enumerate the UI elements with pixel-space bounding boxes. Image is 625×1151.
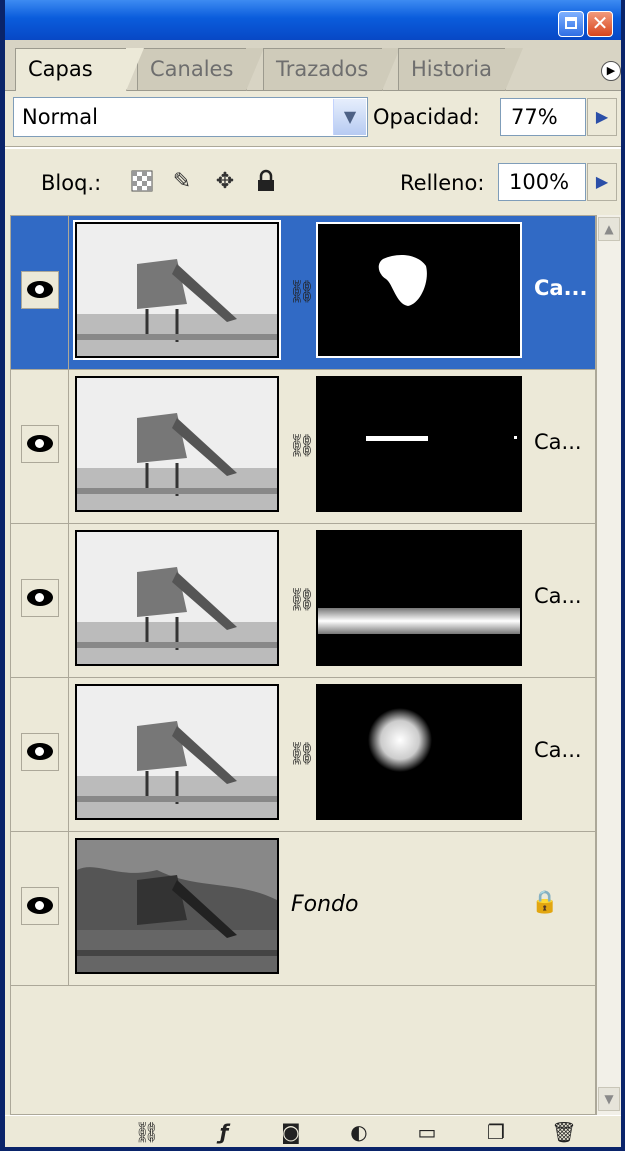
fill-input[interactable]: 100% [498,163,586,201]
link-icon[interactable]: ⛓ [288,278,316,308]
opacity-input[interactable]: 77% [500,98,586,136]
tab-label: Historia [411,57,492,81]
close-icon[interactable]: ✕ [587,11,613,37]
layer-row[interactable]: ⛓ Ca... [11,524,595,678]
link-icon[interactable]: ⛓ [288,740,316,770]
blend-mode-value: Normal [22,105,98,129]
link-layers-icon[interactable]: ⛓ [133,1120,161,1144]
title-bar: ✕ [5,0,621,40]
visibility-toggle[interactable] [21,579,59,617]
opacity-slider-arrow-icon[interactable]: ▶ [587,98,617,136]
layer-row[interactable]: ⛓ Ca... [11,216,595,370]
opacity-label: Opacidad: [373,105,480,129]
fill-label: Relleno: [400,171,485,195]
layer-name[interactable]: Ca... [534,430,582,454]
scroll-up-icon[interactable]: ▲ [598,217,620,241]
layer-name[interactable]: Ca... [534,738,582,762]
new-layer-icon[interactable]: ❐ [482,1120,510,1144]
tab-strip: Capas Canales Trazados Historia [5,40,621,91]
tab-historia[interactable]: Historia [398,48,523,91]
layer-thumbnail[interactable] [73,220,281,360]
visibility-cell [11,524,69,677]
layer-mask-thumbnail[interactable] [316,376,522,512]
layers-list: ⛓ Ca... ⛓ Ca... ⛓ Ca... ⛓ Ca... Fondo 🔒 [10,215,596,1115]
layer-name[interactable]: Fondo [291,892,358,917]
eye-icon [27,589,53,606]
layer-thumbnail[interactable] [75,376,279,512]
divider [5,146,621,149]
scroll-down-icon[interactable]: ▼ [598,1087,620,1111]
layers-panel-window: ✕ Capas Canales Trazados Historia ▶ Norm… [0,0,625,1151]
trash-icon[interactable]: 🗑 [550,1120,578,1144]
eye-icon [27,743,53,760]
layer-thumbnail[interactable] [75,838,279,974]
vertical-scrollbar[interactable]: ▲ ▼ [596,215,621,1115]
tab-label: Canales [150,57,234,81]
adjustment-layer-icon[interactable]: ◐ [345,1120,373,1144]
minimize-icon[interactable] [558,11,584,37]
chevron-down-icon[interactable]: ▼ [333,99,366,135]
layer-mask-thumbnail[interactable] [316,684,522,820]
lock-position-icon[interactable]: ✥ [212,169,238,195]
tab-label: Trazados [276,57,369,81]
eye-icon [27,897,53,914]
layer-name[interactable]: Ca... [534,584,582,608]
layer-style-icon[interactable]: ƒ [210,1120,238,1144]
visibility-cell [11,370,69,523]
visibility-toggle[interactable] [21,271,59,309]
link-icon[interactable]: ⛓ [288,586,316,616]
padlock-icon: 🔒 [531,890,559,915]
layer-row[interactable]: ⛓ Ca... [11,678,595,832]
layer-row[interactable]: Fondo 🔒 [11,832,595,986]
layer-thumbnail[interactable] [75,684,279,820]
tab-capas[interactable]: Capas [15,48,144,91]
layer-name[interactable]: Ca... [534,276,588,300]
add-mask-icon[interactable]: ◙ [277,1120,305,1144]
visibility-toggle[interactable] [21,733,59,771]
tab-canales[interactable]: Canales [137,48,264,91]
bottom-toolbar: ⛓ ƒ ◙ ◐ ▭ ❐ 🗑 [5,1115,621,1147]
layer-row[interactable]: ⛓ Ca... [11,370,595,524]
link-icon[interactable]: ⛓ [288,432,316,462]
eye-icon [27,281,53,298]
visibility-toggle[interactable] [21,425,59,463]
tab-trazados[interactable]: Trazados [263,48,400,91]
blend-mode-select[interactable]: Normal ▼ [13,97,368,137]
visibility-cell [11,832,69,985]
lock-image-icon[interactable]: ✎ [169,169,195,195]
fill-slider-arrow-icon[interactable]: ▶ [587,163,617,201]
panel-menu-icon[interactable]: ▶ [601,61,621,81]
new-group-icon[interactable]: ▭ [413,1120,441,1144]
tab-label: Capas [28,57,93,81]
visibility-cell [11,678,69,831]
layer-thumbnail[interactable] [75,530,279,666]
eye-icon [27,435,53,452]
lock-label: Bloq.: [41,171,102,195]
lock-transparency-icon[interactable] [129,169,155,195]
lock-all-icon[interactable] [253,169,279,195]
visibility-toggle[interactable] [21,887,59,925]
visibility-cell [11,216,69,369]
layer-mask-thumbnail[interactable] [316,222,522,358]
layer-mask-thumbnail[interactable] [316,530,522,666]
